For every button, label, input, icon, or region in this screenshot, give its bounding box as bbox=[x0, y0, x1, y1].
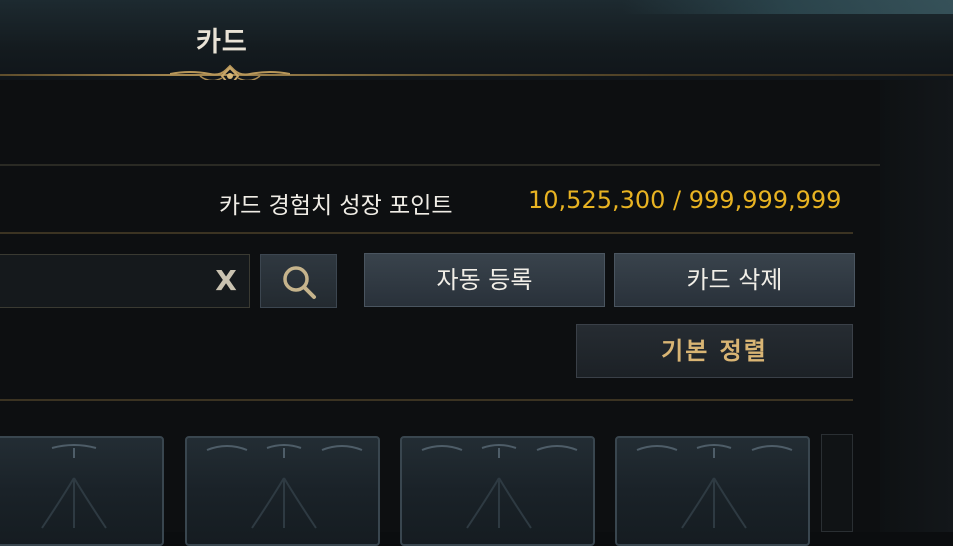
exp-value: 10,525,300 / 999,999,999 bbox=[528, 186, 842, 214]
search-button[interactable] bbox=[260, 254, 337, 308]
divider bbox=[0, 232, 853, 234]
card-slot[interactable] bbox=[400, 436, 595, 546]
card-frame-icon bbox=[636, 444, 793, 529]
panel-edge bbox=[880, 80, 953, 532]
top-banner bbox=[0, 0, 953, 80]
header-divider bbox=[0, 74, 953, 76]
card-frame-icon bbox=[41, 444, 107, 529]
scrollbar[interactable] bbox=[821, 434, 853, 532]
banner-texture bbox=[623, 0, 953, 14]
divider bbox=[0, 164, 880, 166]
card-slot[interactable] bbox=[615, 436, 810, 546]
card-slot[interactable] bbox=[0, 436, 164, 546]
page-title: 카드 bbox=[196, 27, 248, 58]
delete-card-button[interactable]: 카드 삭제 bbox=[614, 253, 855, 307]
card-frame-icon bbox=[421, 444, 578, 529]
clear-icon[interactable]: X bbox=[210, 264, 242, 298]
sort-button[interactable]: 기본 정렬 bbox=[576, 324, 853, 378]
divider bbox=[0, 399, 853, 401]
auto-register-button[interactable]: 자동 등록 bbox=[364, 253, 605, 307]
search-icon bbox=[283, 266, 316, 299]
card-frame-icon bbox=[206, 444, 363, 529]
exp-label: 카드 경험치 성장 포인트 bbox=[219, 193, 453, 219]
card-slot[interactable] bbox=[185, 436, 380, 546]
